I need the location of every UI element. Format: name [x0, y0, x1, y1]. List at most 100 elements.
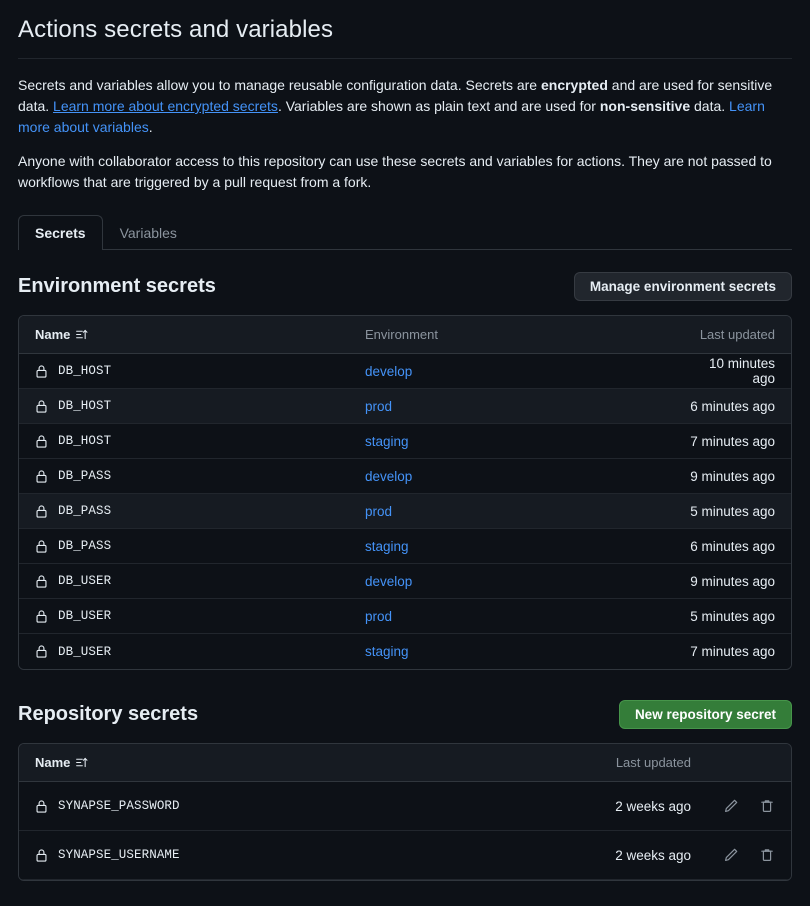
- desc-bold-non-sensitive: non-sensitive: [599, 98, 691, 114]
- secret-name-cell: SYNAPSE_PASSWORD: [35, 799, 571, 814]
- description-paragraph-1: Secrets and variables allow you to manag…: [18, 75, 790, 138]
- environment-link[interactable]: staging: [365, 539, 685, 554]
- link-encrypted-secrets[interactable]: Learn more about encrypted secrets: [53, 98, 278, 114]
- environment-link[interactable]: prod: [365, 399, 685, 414]
- lock-icon: [35, 469, 48, 484]
- table-row[interactable]: DB_HOST develop 10 minutes ago: [19, 354, 791, 389]
- lock-icon: [35, 504, 48, 519]
- last-updated-cell: 6 minutes ago: [690, 398, 775, 414]
- table-row[interactable]: SYNAPSE_PASSWORD 2 weeks ago: [19, 782, 791, 831]
- table-row[interactable]: DB_HOST prod 6 minutes ago: [19, 389, 791, 424]
- sort-ascending-icon[interactable]: [75, 756, 88, 769]
- last-updated-cell: 9 minutes ago: [690, 468, 775, 484]
- table-row[interactable]: DB_PASS prod 5 minutes ago: [19, 494, 791, 529]
- table-row[interactable]: DB_USER develop 9 minutes ago: [19, 564, 791, 599]
- last-updated-cell: 5 minutes ago: [690, 503, 775, 519]
- tab-secrets-label: Secrets: [35, 225, 86, 241]
- trash-icon[interactable]: [759, 847, 775, 863]
- column-header-name-label: Name: [35, 327, 71, 342]
- secret-name-label: DB_PASS: [58, 539, 112, 553]
- secret-name-cell: DB_HOST: [35, 399, 365, 414]
- repository-secrets-header: Repository secrets New repository secret: [18, 700, 792, 729]
- environment-secrets-title: Environment secrets: [18, 275, 216, 297]
- column-header-name[interactable]: Name: [35, 755, 571, 770]
- secret-name-cell: DB_USER: [35, 644, 365, 659]
- table-row[interactable]: DB_USER prod 5 minutes ago: [19, 599, 791, 634]
- last-updated-cell: 9 minutes ago: [690, 573, 775, 589]
- lock-icon: [35, 399, 48, 414]
- desc-text-5: .: [148, 119, 153, 135]
- column-header-name[interactable]: Name: [35, 327, 365, 342]
- tab-bar: Secrets Variables: [18, 215, 792, 250]
- secret-name-label: DB_PASS: [58, 504, 112, 518]
- lock-icon: [35, 799, 48, 814]
- column-header-last-updated: Last updated: [699, 327, 775, 342]
- lock-icon: [35, 644, 48, 659]
- secret-name-label: DB_HOST: [58, 434, 112, 448]
- last-updated-cell: 7 minutes ago: [690, 433, 775, 449]
- environment-link[interactable]: staging: [365, 644, 685, 659]
- secret-name-label: SYNAPSE_PASSWORD: [58, 799, 180, 813]
- secret-name-cell: SYNAPSE_USERNAME: [35, 848, 571, 863]
- table-row[interactable]: DB_PASS staging 6 minutes ago: [19, 529, 791, 564]
- repository-secrets-table: Name Last updated SYNAPSE_PASSWORD 2 wee…: [18, 743, 792, 881]
- tab-secrets[interactable]: Secrets: [18, 215, 103, 250]
- column-header-last-updated: Last updated: [615, 755, 691, 770]
- environment-link[interactable]: prod: [365, 609, 685, 624]
- table-row[interactable]: DB_USER staging 7 minutes ago: [19, 634, 791, 669]
- tab-variables-label: Variables: [119, 225, 177, 241]
- row-actions: [691, 847, 775, 863]
- environment-link[interactable]: develop: [365, 574, 685, 589]
- environment-link[interactable]: prod: [365, 504, 685, 519]
- last-updated-cell: 5 minutes ago: [690, 608, 775, 624]
- secret-name-label: DB_HOST: [58, 399, 112, 413]
- desc-text-3: . Variables are shown as plain text and …: [277, 98, 600, 114]
- last-updated-cell: 2 weeks ago: [615, 798, 691, 814]
- tab-variables[interactable]: Variables: [103, 215, 194, 250]
- lock-icon: [35, 434, 48, 449]
- secret-name-label: DB_USER: [58, 644, 112, 659]
- secret-name-label: DB_USER: [58, 609, 112, 623]
- secret-name-cell: DB_USER: [35, 574, 365, 589]
- table-row[interactable]: SYNAPSE_USERNAME 2 weeks ago: [19, 831, 791, 880]
- secret-name-label: DB_USER: [58, 574, 112, 588]
- secret-name-label: DB_PASS: [58, 469, 112, 483]
- secret-name-cell: DB_HOST: [35, 434, 365, 449]
- environment-secrets-table: Name Environment Last updated DB_HOST de…: [18, 315, 792, 670]
- column-header-environment: Environment: [365, 327, 438, 342]
- title-divider: [18, 58, 792, 59]
- last-updated-cell: 2 weeks ago: [615, 847, 691, 863]
- secret-name-label: SYNAPSE_USERNAME: [58, 848, 180, 862]
- desc-text-4: data.: [690, 98, 730, 114]
- manage-environment-secrets-button[interactable]: Manage environment secrets: [573, 272, 792, 301]
- environment-link[interactable]: develop: [365, 364, 685, 379]
- lock-icon: [35, 364, 48, 379]
- environment-secrets-header: Environment secrets Manage environment s…: [18, 272, 792, 301]
- lock-icon: [35, 574, 48, 589]
- repository-secrets-table-header: Name Last updated: [19, 744, 791, 782]
- secret-name-cell: DB_PASS: [35, 504, 365, 519]
- secret-name-cell: DB_PASS: [35, 469, 365, 484]
- row-actions: [691, 798, 775, 814]
- trash-icon[interactable]: [759, 798, 775, 814]
- environment-secrets-table-header: Name Environment Last updated: [19, 316, 791, 354]
- secret-name-cell: DB_USER: [35, 609, 365, 624]
- page-title: Actions secrets and variables: [18, 16, 334, 43]
- secret-name-label: DB_HOST: [58, 364, 112, 378]
- secret-name-cell: DB_PASS: [35, 539, 365, 554]
- lock-icon: [35, 539, 48, 554]
- actions-secrets-page: Actions secrets and variables Secrets an…: [0, 0, 810, 881]
- new-repository-secret-button[interactable]: New repository secret: [618, 700, 792, 729]
- last-updated-cell: 10 minutes ago: [708, 356, 775, 386]
- environment-link[interactable]: staging: [365, 434, 685, 449]
- sort-ascending-icon[interactable]: [75, 328, 88, 341]
- pencil-icon[interactable]: [723, 798, 739, 814]
- environment-link[interactable]: develop: [365, 469, 685, 484]
- last-updated-cell: 6 minutes ago: [690, 538, 775, 554]
- repository-secrets-title: Repository secrets: [18, 703, 199, 725]
- lock-icon: [35, 848, 48, 863]
- desc-text-1: Secrets and variables allow you to manag…: [18, 77, 541, 93]
- table-row[interactable]: DB_PASS develop 9 minutes ago: [19, 459, 791, 494]
- table-row[interactable]: DB_HOST staging 7 minutes ago: [19, 424, 791, 459]
- pencil-icon[interactable]: [723, 847, 739, 863]
